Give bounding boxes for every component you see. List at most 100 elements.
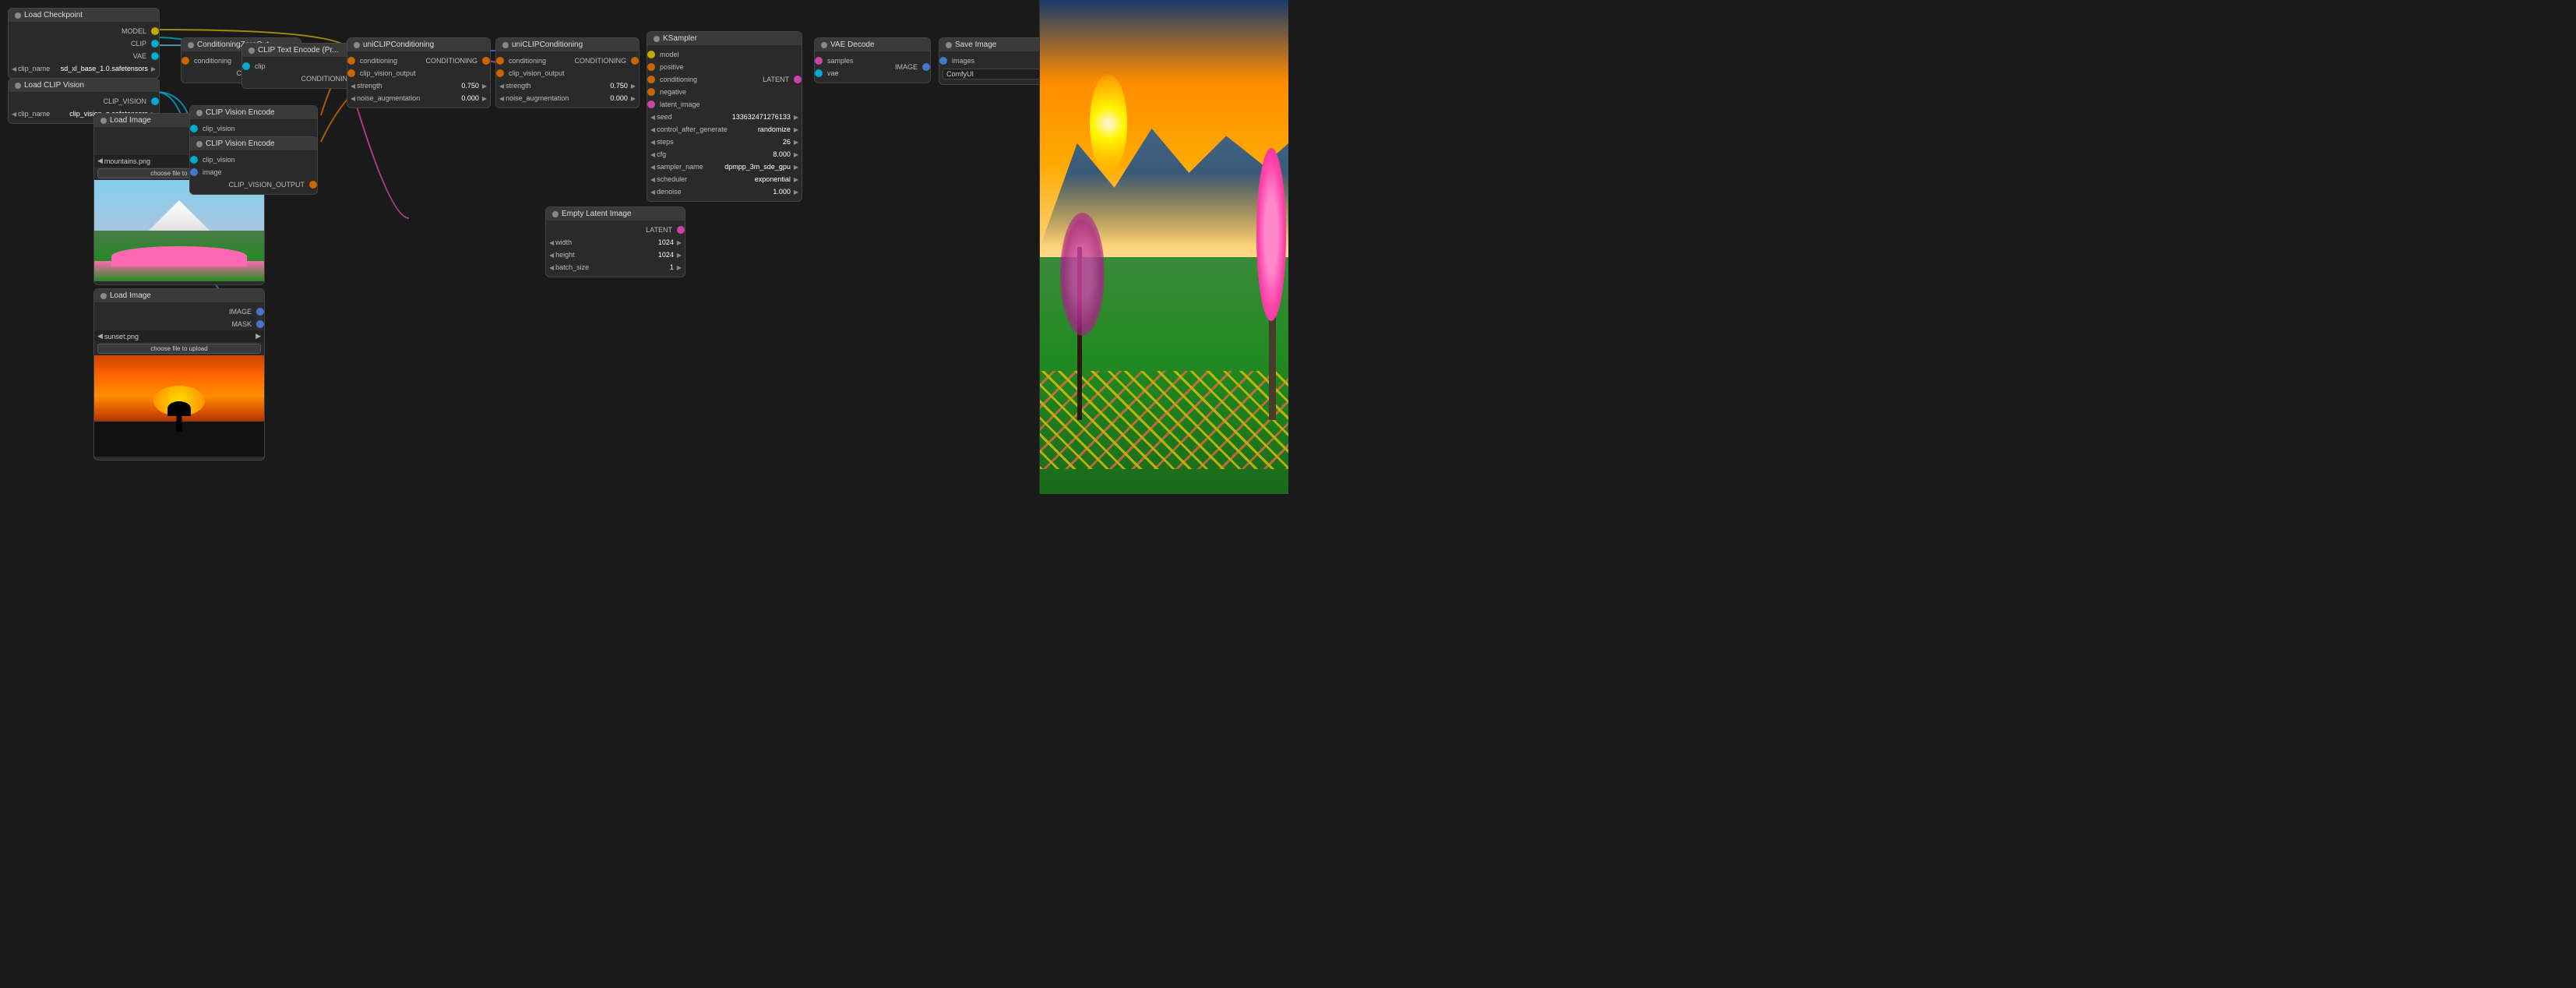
clip-label: CLIP xyxy=(126,40,151,48)
cond-1-out[interactable] xyxy=(482,57,490,65)
node-status-dot xyxy=(821,42,827,48)
model-connector[interactable] xyxy=(151,27,159,35)
node-status-dot xyxy=(552,211,559,217)
clip-connector[interactable] xyxy=(151,40,159,48)
sampler-name-param: ◀ sampler_name dpmpp_3m_sde_gpu ▶ xyxy=(647,161,802,173)
conditioning-2-input[interactable]: conditioning CONDITIONING xyxy=(496,55,639,67)
cfg-param: ◀ cfg 8.000 ▶ xyxy=(647,148,802,161)
sunset-image-preview xyxy=(94,355,264,457)
image-2-in-connector[interactable] xyxy=(190,168,198,176)
image-2-filename: sunset.png xyxy=(104,333,254,341)
node-canvas[interactable]: Load Checkpoint MODEL CLIP VAE ◀ clip_na… xyxy=(0,0,1288,494)
ksampler-node: KSampler model positive conditioning xyxy=(647,31,802,202)
conditioning-k-input-port[interactable]: conditioning xyxy=(647,73,758,86)
latent-out-connector[interactable] xyxy=(794,76,802,83)
clip-vision-encode-2-body: clip_vision image CLIP_VISION_OUTPUT xyxy=(190,150,317,194)
samples-in-connector[interactable] xyxy=(815,57,823,65)
vae-input-port[interactable]: vae xyxy=(815,67,890,79)
choose-file-2-button[interactable]: choose file to upload xyxy=(97,344,261,354)
mask-2-connector[interactable] xyxy=(256,320,264,328)
control-after-param: ◀ control_after_generate randomize ▶ xyxy=(647,123,802,136)
model-in-connector[interactable] xyxy=(647,51,655,58)
node-status-dot xyxy=(196,110,203,116)
clip-vision-2-input-port[interactable]: clip_vision xyxy=(190,153,317,166)
image-decode-output-port[interactable]: IMAGE xyxy=(890,61,930,73)
vae-decode-header: VAE Decode xyxy=(815,38,930,51)
generated-image xyxy=(1040,0,1288,494)
cond-1-in[interactable] xyxy=(347,57,355,65)
cond-2-in[interactable] xyxy=(496,57,504,65)
clip-output-port[interactable]: CLIP xyxy=(9,37,159,50)
clip-vision-output-port[interactable]: CLIP_VISION xyxy=(9,95,159,108)
height-param: ◀ height 1024 ▶ xyxy=(546,249,685,261)
image-2-input-port[interactable]: image xyxy=(190,166,317,178)
clip-vision-2-in-connector[interactable] xyxy=(190,156,198,164)
mask-2-output-port[interactable]: MASK xyxy=(94,318,264,330)
node-status-dot xyxy=(354,42,360,48)
uni-clip-2-title: uniCLIPConditioning xyxy=(512,41,583,49)
cv-out-1-in[interactable] xyxy=(347,69,355,77)
model-input-port[interactable]: model xyxy=(647,48,758,61)
uni-clip-1-header: uniCLIPConditioning xyxy=(347,38,490,51)
noise-aug-2-param: ◀ noise_augmentation 0.000 ▶ xyxy=(496,92,639,104)
mountain-image-preview xyxy=(94,180,264,281)
load-image-2-header: Load Image xyxy=(94,289,264,302)
image-2-output-port[interactable]: IMAGE xyxy=(94,305,264,318)
checkpoint-param-row: ◀ clip_name sd_xl_base_1.0.safetensors ▶ xyxy=(9,62,159,75)
vae-in-connector[interactable] xyxy=(815,69,823,77)
load-checkpoint-header: Load Checkpoint xyxy=(9,9,159,22)
uni-clip-1-node: uniCLIPConditioning conditioning CONDITI… xyxy=(347,37,491,108)
clip-vision-encode-2-header: CLIP Vision Encode xyxy=(190,137,317,150)
latent-in-connector[interactable] xyxy=(647,101,655,108)
clip-text-in-connector[interactable] xyxy=(242,62,250,70)
image-2-connector[interactable] xyxy=(256,308,264,316)
uni-clip-2-body: conditioning CONDITIONING clip_vision_ou… xyxy=(496,51,639,108)
node-status-dot xyxy=(15,12,21,19)
images-in-connector[interactable] xyxy=(939,57,947,65)
load-image-1-title: Load Image xyxy=(110,116,151,125)
cond-2-out[interactable] xyxy=(631,57,639,65)
negative-input-port[interactable]: negative xyxy=(647,86,758,98)
node-status-dot xyxy=(654,36,660,42)
cv-out-2-in[interactable] xyxy=(496,69,504,77)
clip-vision-out-1-input[interactable]: clip_vision_output xyxy=(347,67,490,79)
clip-vision-1-input-port[interactable]: clip_vision xyxy=(190,122,317,135)
latent-output-port[interactable]: LATENT xyxy=(758,73,802,86)
empty-latent-title: Empty Latent Image xyxy=(562,210,632,218)
latent-el-output-port[interactable]: LATENT xyxy=(546,224,685,236)
uni-clip-1-body: conditioning CONDITIONING clip_vision_ou… xyxy=(347,51,490,108)
cond-k-in-connector[interactable] xyxy=(647,76,655,83)
load-checkpoint-title: Load Checkpoint xyxy=(24,11,83,19)
clip-vision-connector[interactable] xyxy=(151,97,159,105)
noise-aug-1-param: ◀ noise_augmentation 0.000 ▶ xyxy=(347,92,490,104)
positive-input-port[interactable]: positive xyxy=(647,61,758,73)
samples-input-port[interactable]: samples xyxy=(815,55,890,67)
vae-connector[interactable] xyxy=(151,52,159,60)
node-status-dot xyxy=(100,118,107,124)
negative-in-connector[interactable] xyxy=(647,88,655,96)
clip-vision-2-out-connector[interactable] xyxy=(309,181,317,189)
latent-image-input-port[interactable]: latent_image xyxy=(647,98,758,111)
denoise-param: ◀ denoise 1.000 ▶ xyxy=(647,185,802,198)
model-label: MODEL xyxy=(117,27,151,35)
output-image-panel xyxy=(1039,0,1288,494)
conditioning-in-connector[interactable] xyxy=(181,57,189,65)
vae-decode-title: VAE Decode xyxy=(830,41,875,49)
clip-vision-2-output-port[interactable]: CLIP_VISION_OUTPUT xyxy=(190,178,317,191)
clip-vision-out-2-input[interactable]: clip_vision_output xyxy=(496,67,639,79)
clip-vision-encode-1-title: CLIP Vision Encode xyxy=(206,108,275,117)
model-output-port[interactable]: MODEL xyxy=(9,25,159,37)
clip-text-encode-title: CLIP Text Encode (Pr... xyxy=(258,46,339,55)
conditioning-1-input[interactable]: conditioning CONDITIONING xyxy=(347,55,490,67)
node-status-dot xyxy=(188,42,194,48)
node-status-dot xyxy=(502,42,509,48)
empty-latent-node: Empty Latent Image LATENT ◀ width 1024 ▶… xyxy=(545,206,685,277)
scheduler-param: ◀ scheduler exponential ▶ xyxy=(647,173,802,185)
latent-el-out-connector[interactable] xyxy=(677,226,685,234)
image-2-file-row: ◀ sunset.png ▶ xyxy=(94,330,264,342)
image-decode-out-connector[interactable] xyxy=(922,63,930,71)
vae-output-port[interactable]: VAE xyxy=(9,50,159,62)
positive-in-connector[interactable] xyxy=(647,63,655,71)
load-image-2-body: IMAGE MASK ◀ sunset.png ▶ choose file to… xyxy=(94,302,264,460)
clip-vision-1-in-connector[interactable] xyxy=(190,125,198,132)
